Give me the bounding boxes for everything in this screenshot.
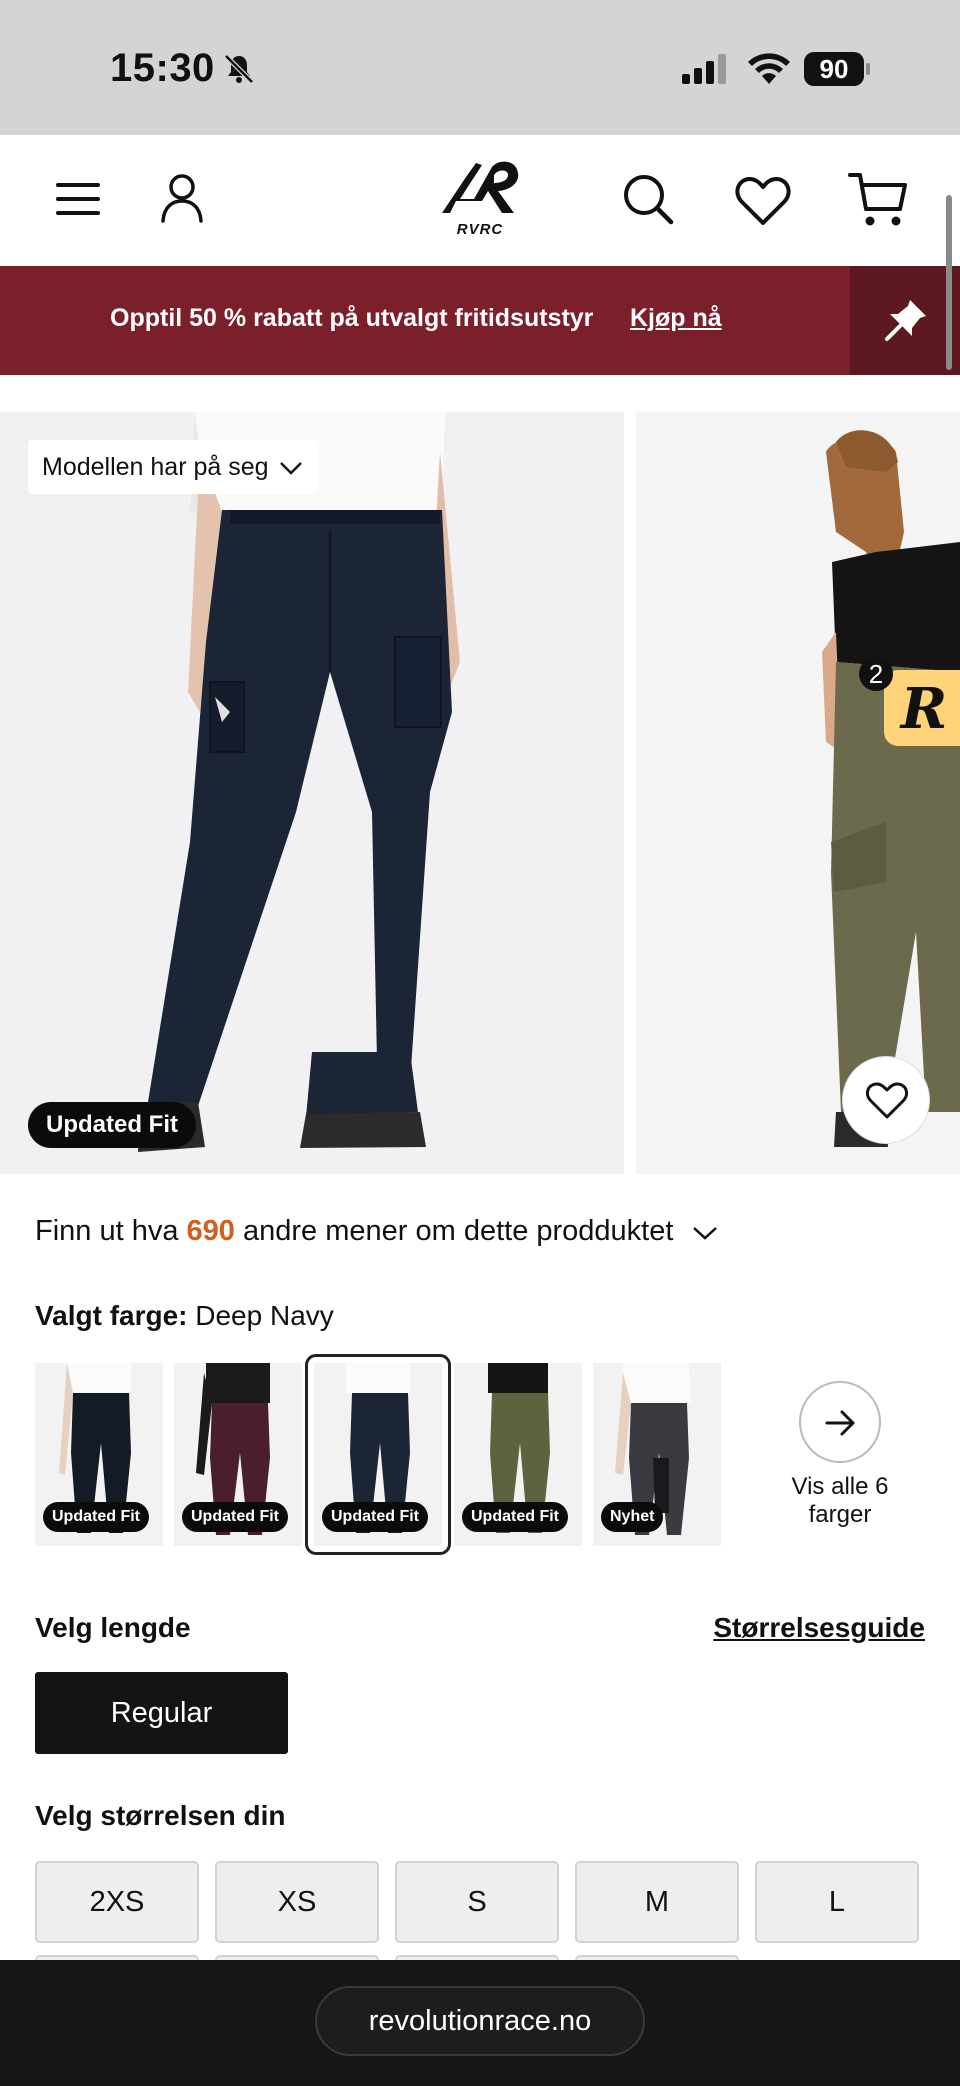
account-icon[interactable] [160,173,204,223]
cart-icon[interactable] [848,171,908,229]
brand-logo[interactable]: RVRC [432,155,528,245]
colour-swatch-deep-navy[interactable]: Updated Fit [305,1354,451,1555]
model-wearing-label: Modellen har på seg [42,453,269,481]
length-label: Velg lengde [35,1612,191,1643]
colour-swatch-plum[interactable]: Updated Fit [174,1363,302,1546]
reviews-prefix: Finn ut hva [35,1215,179,1247]
notification-count: 2 [869,659,883,689]
status-bar: 15:30 90 [0,0,960,135]
battery-indicator: 90 [804,52,870,86]
product-gallery[interactable]: Modellen har på seg Updated Fit R 2 [0,412,960,1174]
arrow-right-icon [825,1410,855,1436]
heart-icon [865,1082,909,1119]
logo-mark-icon [442,161,519,213]
chevron-down-icon [692,1216,718,1249]
product-image-main[interactable]: Modellen har på seg Updated Fit [0,412,624,1174]
colour-value: Deep Navy [195,1300,334,1331]
wishlist-heart-icon[interactable] [734,175,792,227]
colour-swatch-grey[interactable]: Nyhet [593,1363,721,1546]
updated-fit-badge: Updated Fit [28,1102,196,1148]
site-header: RVRC [0,135,960,266]
address-bar[interactable]: revolutionrace.no [315,1986,645,2056]
bell-muted-icon [224,54,254,84]
size-option-s[interactable]: S [395,1861,559,1943]
swatch-badge: Nyhet [601,1502,664,1532]
swatch-badge: Updated Fit [322,1502,428,1532]
pin-button[interactable] [850,266,960,375]
status-time: 15:30 [110,46,215,90]
length-option-regular[interactable]: Regular [35,1672,288,1754]
colour-swatches: Updated Fit Updated Fit Updated Fit Upda… [35,1354,925,1555]
chevron-down-icon [279,441,303,495]
menu-icon[interactable] [56,177,100,221]
size-label: Velg størrelsen din [35,1800,286,1831]
battery-tip [866,63,870,75]
promo-banner: Opptil 50 % rabatt på utvalgt fritidsuts… [0,266,960,375]
swatch-badge: Updated Fit [182,1502,288,1532]
size-option-m[interactable]: M [575,1861,739,1943]
pin-icon [885,300,926,341]
review-count: 690 [186,1215,235,1247]
cellular-signal-icon [682,54,726,84]
size-option-l[interactable]: L [755,1861,919,1943]
size-guide-link[interactable]: Størrelsesguide [713,1612,925,1644]
reviews-suffix: andre mener om dette prodduktet [243,1215,674,1247]
gallery-wishlist-button[interactable] [842,1056,930,1144]
size-option-xs[interactable]: XS [215,1861,379,1943]
revolution-chat-badge[interactable]: R 2 [858,656,960,756]
selected-colour: Valgt farge: Deep Navy [35,1300,334,1332]
promo-text: Opptil 50 % rabatt på utvalgt fritidsuts… [110,304,594,332]
see-all-colours-button[interactable] [799,1381,881,1463]
battery-level: 90 [804,52,864,86]
product-image-second[interactable]: R 2 [636,412,960,1174]
swatch-badge: Updated Fit [462,1502,568,1532]
page-scrollbar[interactable] [946,195,952,370]
colour-swatch-olive[interactable]: Updated Fit [454,1363,582,1546]
colour-label: Valgt farge: [35,1300,188,1331]
size-option-2xs[interactable]: 2XS [35,1861,199,1943]
product-photo-navy-pants [0,412,624,1174]
see-all-colours[interactable]: Vis alle 6 farger [775,1381,905,1529]
swatch-badge: Updated Fit [43,1502,149,1532]
model-wearing-dropdown[interactable]: Modellen har på seg [28,440,317,494]
reviews-toggle[interactable]: Finn ut hva 690 andre mener om dette pro… [35,1215,718,1249]
colour-swatch-black[interactable]: Updated Fit [35,1363,163,1546]
svg-text:R: R [899,676,948,742]
product-photo-olive-pants [636,412,960,1174]
promo-shop-link[interactable]: Kjøp nå [630,304,722,333]
see-all-colours-label: Vis alle 6 farger [791,1473,889,1528]
logo-text: RVRC [456,221,504,238]
search-icon[interactable] [622,173,674,225]
browser-bottom-bar: revolutionrace.no [0,1960,960,2086]
wifi-icon [748,53,790,84]
